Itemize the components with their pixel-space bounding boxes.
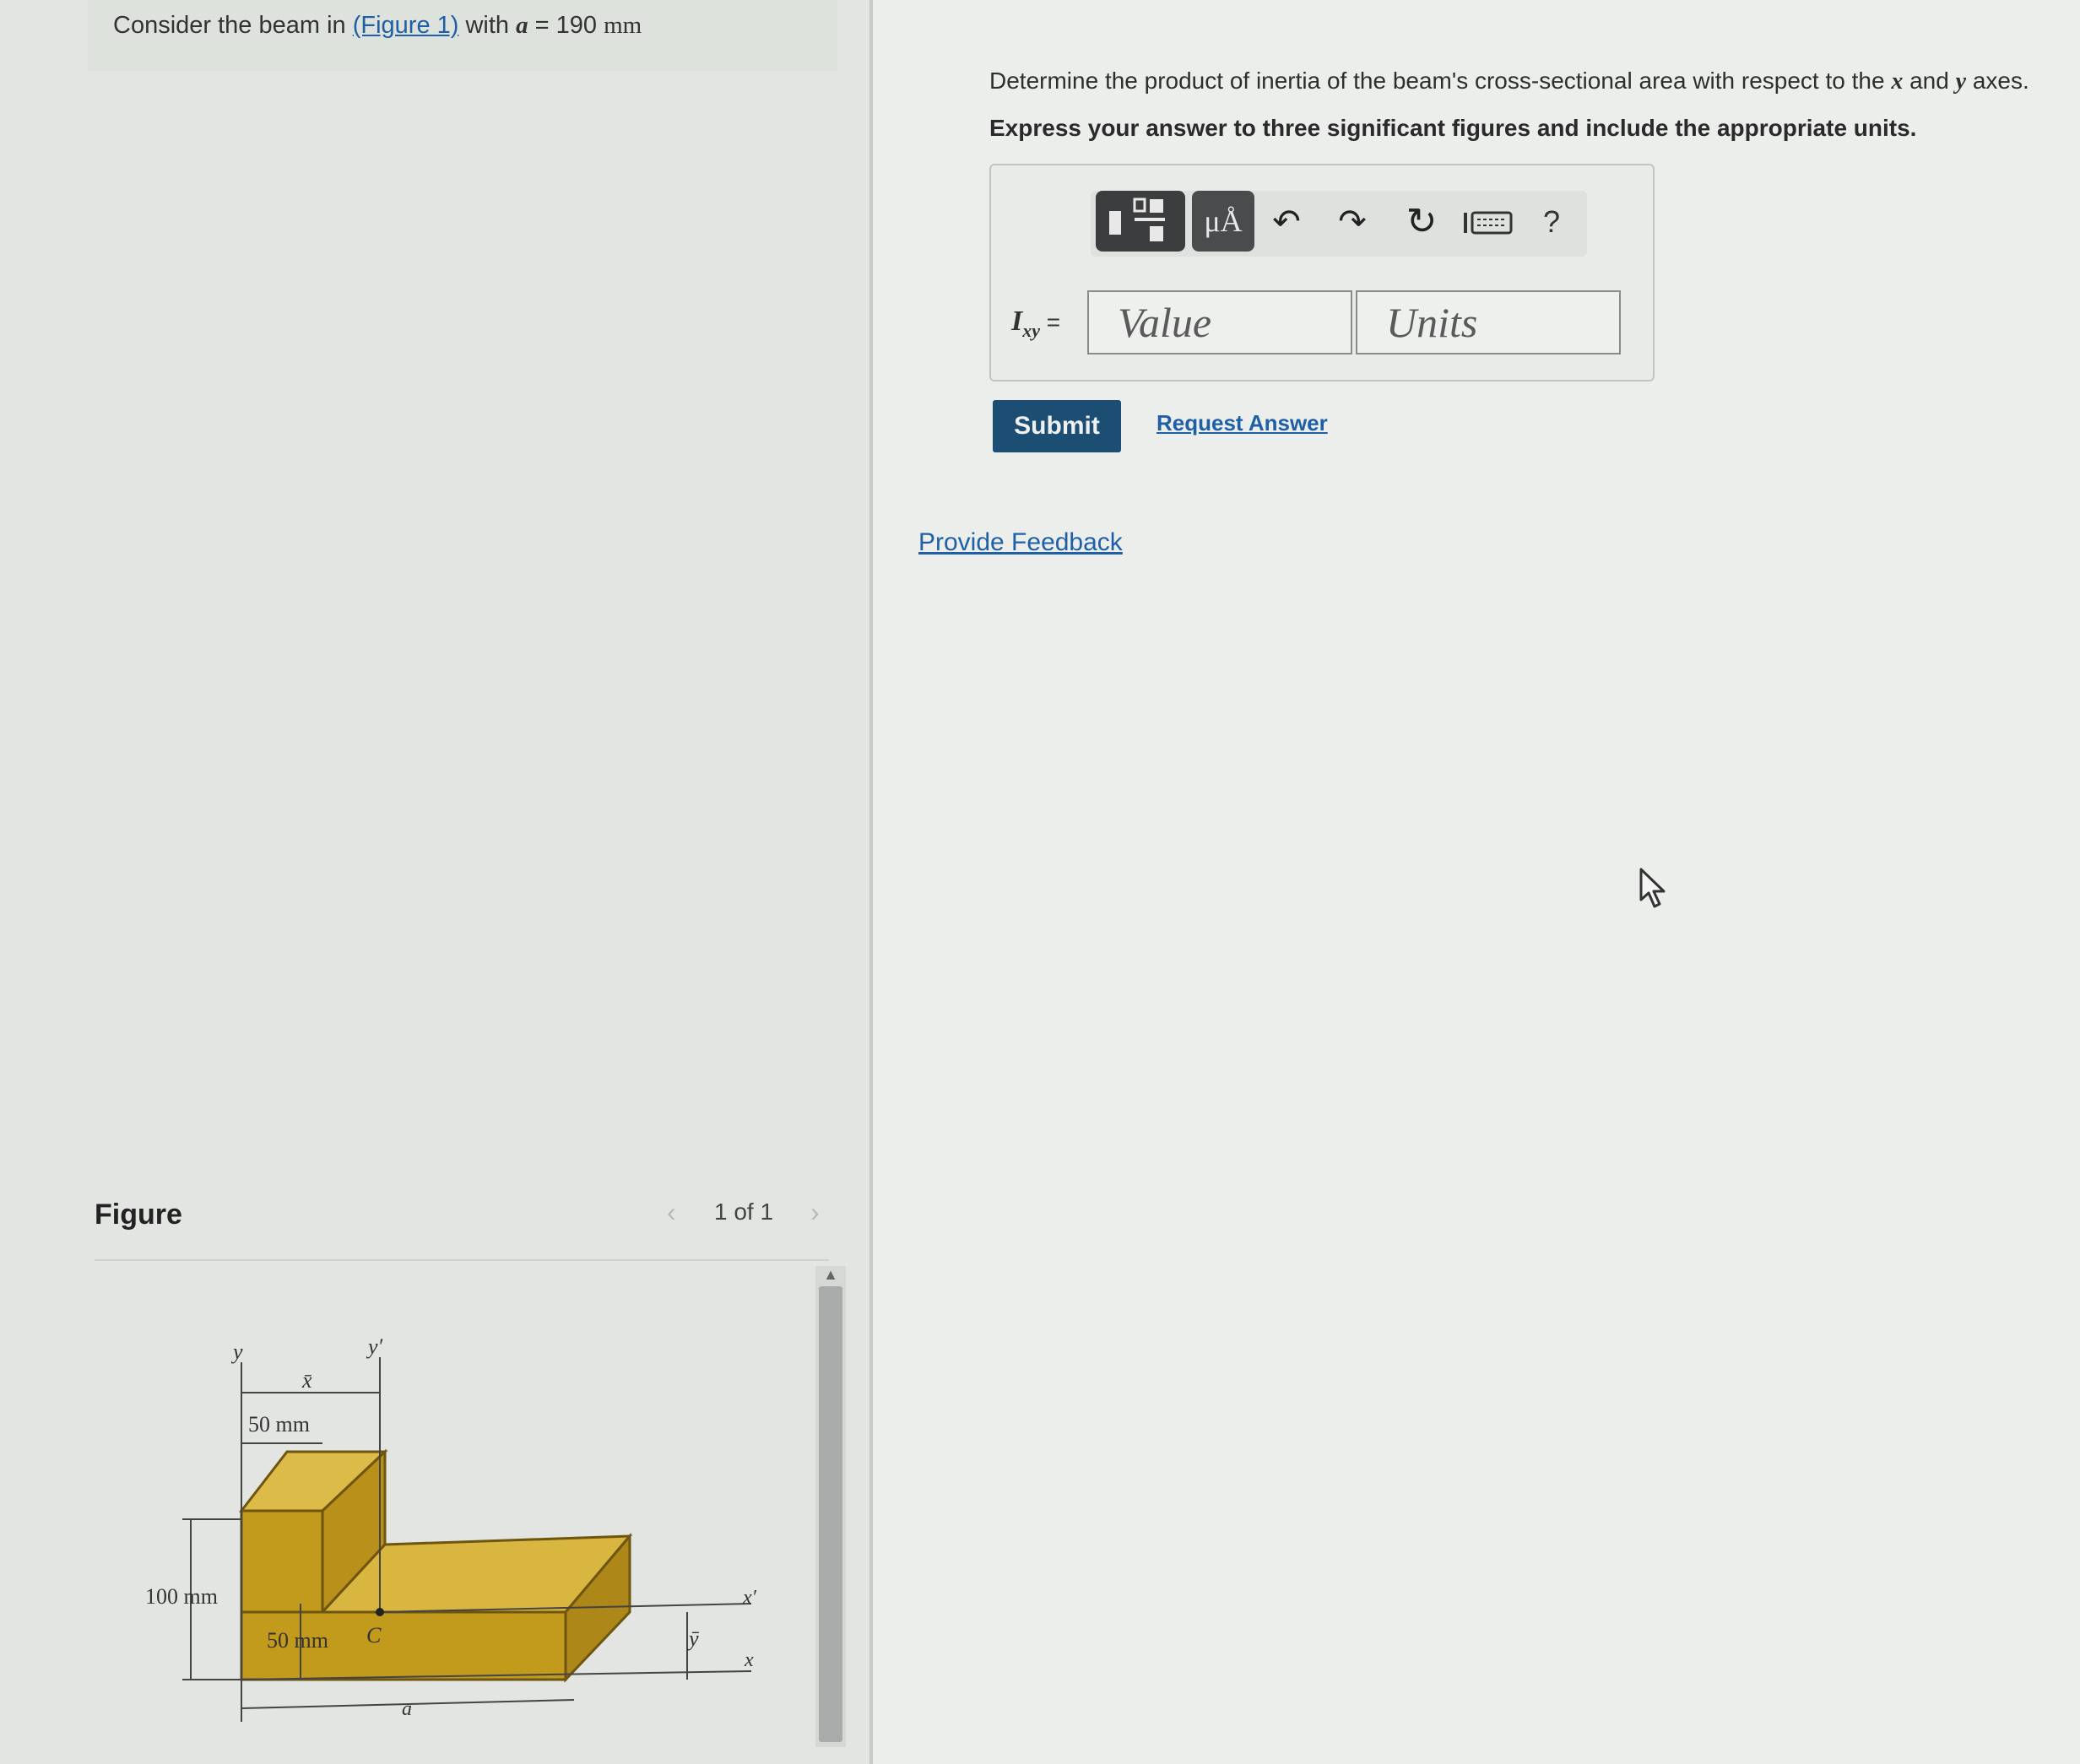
- figure-link[interactable]: (Figure 1): [353, 12, 459, 39]
- label-x-bar: x̄: [301, 1368, 312, 1393]
- figure-divider: [95, 1259, 829, 1261]
- help-icon[interactable]: ?: [1530, 196, 1574, 248]
- chevron-right-icon[interactable]: ›: [810, 1197, 820, 1228]
- centroid-point: [376, 1608, 384, 1616]
- intro-with: with: [458, 12, 517, 39]
- label-y-prime: y′: [366, 1334, 383, 1359]
- label-height: 100 mm: [145, 1584, 218, 1609]
- intro-prefix: Consider the beam in: [113, 12, 353, 39]
- question-text: Determine the product of inertia of the …: [989, 68, 2029, 95]
- scroll-thumb[interactable]: [819, 1286, 842, 1742]
- ixy-sub: xy: [1022, 319, 1040, 341]
- undo-icon[interactable]: ↶: [1265, 196, 1308, 248]
- ixy-label: Ixy =: [1011, 306, 1060, 342]
- submit-button[interactable]: Submit: [993, 400, 1121, 452]
- scroll-up-icon[interactable]: ▲: [815, 1266, 846, 1286]
- ixy-eq: =: [1040, 309, 1061, 335]
- question-prefix: Determine the product of inertia of the …: [989, 68, 1892, 94]
- provide-feedback-link[interactable]: Provide Feedback: [918, 528, 1123, 557]
- label-x: x: [744, 1649, 754, 1671]
- units-input[interactable]: [1356, 290, 1621, 354]
- value-input[interactable]: [1087, 290, 1352, 354]
- label-top-width: 50 mm: [248, 1412, 310, 1437]
- label-c: C: [366, 1623, 382, 1648]
- label-x-prime: x′: [742, 1587, 757, 1609]
- figure-label: Figure: [95, 1199, 182, 1231]
- intro-var: a: [516, 12, 528, 39]
- reset-icon[interactable]: ↻: [1400, 196, 1444, 248]
- question-suffix: axes.: [1966, 68, 2029, 94]
- beam-flange-top: [240, 1509, 324, 1614]
- label-y: y: [230, 1339, 243, 1364]
- math-toolbar: μÅ ↶ ↷ ↻ ?: [1091, 191, 1587, 257]
- intro-equals: = 190: [528, 12, 604, 39]
- label-y-bar: ȳ: [686, 1626, 699, 1651]
- instruction-text: Express your answer to three significant…: [989, 115, 1917, 141]
- intro-text: Consider the beam in (Figure 1) with a =…: [113, 12, 642, 40]
- mouse-cursor-icon: [1639, 868, 1666, 908]
- answer-box: μÅ ↶ ↷ ↻ ? Ixy =: [989, 164, 1655, 381]
- question-x: x: [1891, 68, 1904, 95]
- pager-count: 1 of 1: [714, 1199, 774, 1225]
- figure-pager: ‹ 1 of 1 ›: [667, 1197, 836, 1231]
- request-answer-link[interactable]: Request Answer: [1156, 410, 1328, 436]
- label-a: a: [402, 1698, 412, 1720]
- templates-button[interactable]: [1096, 191, 1185, 252]
- chevron-left-icon[interactable]: ‹: [667, 1197, 676, 1228]
- redo-icon[interactable]: ↷: [1330, 196, 1374, 248]
- keyboard-glyph: [1464, 211, 1513, 235]
- units-button[interactable]: μÅ: [1192, 191, 1254, 252]
- label-bottom-dim: 50 mm: [267, 1628, 328, 1653]
- question-and: and: [1903, 68, 1956, 94]
- templates-icon: [1109, 198, 1165, 241]
- figure-scrollbar[interactable]: ▲: [815, 1266, 846, 1747]
- keyboard-icon[interactable]: [1460, 196, 1518, 248]
- intro-unit: mm: [604, 12, 642, 39]
- question-y: y: [1955, 68, 1967, 95]
- ixy-main: I: [1011, 306, 1023, 337]
- beam-figure: y y′ x̄ 50 mm 100 mm 50 mm C a ȳ x′ x: [145, 1334, 757, 1722]
